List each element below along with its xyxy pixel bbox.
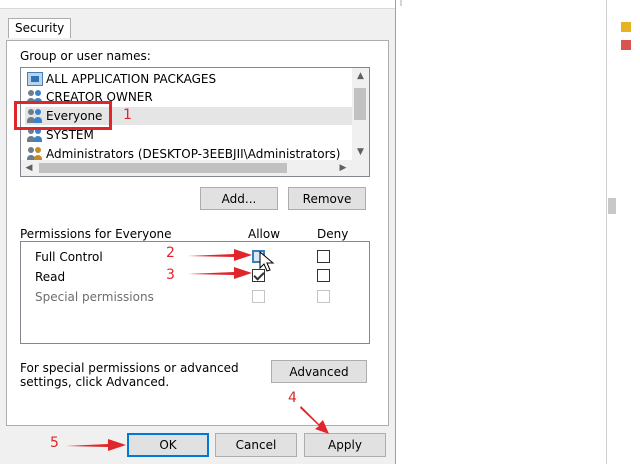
cancel-button[interactable]: Cancel: [215, 433, 297, 457]
scroll-thumb-horizontal[interactable]: [39, 163, 287, 173]
background-divider: [606, 0, 607, 464]
deny-column-header: Deny: [317, 227, 349, 241]
special-allow-checkbox: [252, 290, 265, 303]
folder-icon: [621, 22, 631, 32]
permission-name: Full Control: [35, 250, 103, 264]
highlight-everyone-box: [14, 101, 112, 130]
security-dialog: Security Group or user names: ALL APPLIC…: [0, 0, 396, 464]
scroll-down-icon[interactable]: ▼: [352, 144, 369, 160]
tab-security[interactable]: Security: [8, 18, 72, 38]
scroll-left-icon[interactable]: ◀: [21, 160, 37, 176]
users-icon: [27, 128, 43, 142]
principal-name: ALL APPLICATION PACKAGES: [46, 72, 217, 86]
remove-button[interactable]: Remove: [288, 187, 366, 210]
apply-button[interactable]: Apply: [304, 433, 386, 457]
app-packages-icon: [27, 72, 43, 86]
scroll-up-icon[interactable]: ▲: [352, 68, 369, 84]
add-button[interactable]: Add...: [200, 187, 278, 210]
file-icon: [621, 40, 631, 50]
advanced-button[interactable]: Advanced: [271, 360, 367, 383]
full-control-deny-checkbox[interactable]: [317, 250, 330, 263]
permission-name: Read: [35, 270, 66, 284]
read-deny-checkbox[interactable]: [317, 269, 330, 282]
advanced-hint-text: For special permissions or advanced sett…: [20, 361, 239, 389]
step-3-label: 3: [166, 267, 175, 283]
arrow-icon: [188, 267, 252, 279]
step-5-label: 5: [50, 435, 59, 451]
title-bar: [0, 0, 395, 9]
scroll-right-icon[interactable]: ▶: [335, 160, 351, 176]
arrow-icon: [300, 406, 329, 434]
background-divider: [400, 0, 402, 6]
permission-name: Special permissions: [35, 290, 154, 304]
step-2-label: 2: [166, 245, 175, 261]
step-4-label: 4: [288, 390, 297, 406]
allow-column-header: Allow: [248, 227, 281, 241]
special-deny-checkbox: [317, 290, 330, 303]
ok-button[interactable]: OK: [127, 433, 209, 457]
list-item-all-application-packages[interactable]: ALL APPLICATION PACKAGES: [27, 70, 216, 88]
scroll-thumb[interactable]: [354, 88, 366, 120]
horizontal-scrollbar[interactable]: ◀ ▶: [21, 160, 369, 176]
arrow-icon: [66, 439, 126, 451]
vertical-scrollbar[interactable]: ▲ ▼: [352, 68, 369, 160]
background-window-edge: [618, 0, 640, 464]
step-1-label: 1: [123, 107, 132, 123]
users-icon: [27, 147, 43, 161]
arrow-icon: [188, 249, 252, 261]
group-or-user-names-label: Group or user names:: [20, 49, 151, 63]
background-scrollbar-thumb: [608, 198, 616, 214]
mouse-pointer-icon: [259, 251, 275, 272]
permissions-for-label: Permissions for Everyone: [20, 227, 172, 241]
